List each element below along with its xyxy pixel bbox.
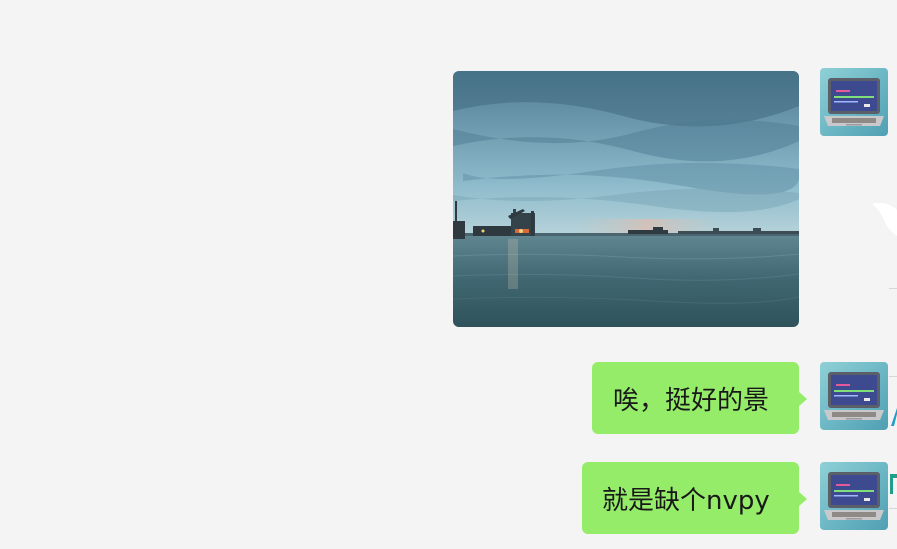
laptop-icon: [824, 472, 884, 520]
avatar[interactable]: [820, 362, 888, 430]
avatar[interactable]: [820, 68, 888, 136]
message-text: 唉，挺好的景: [613, 385, 770, 416]
laptop-icon: [824, 78, 884, 126]
clipped-shape: [872, 202, 897, 236]
divider: [889, 508, 897, 509]
avatar[interactable]: [820, 462, 888, 530]
divider: [889, 288, 897, 289]
clipped-icon: [890, 474, 897, 494]
laptop-icon: [824, 372, 884, 420]
chat-window: 唉，挺好的景 就是缺个nvpy: [0, 0, 897, 549]
divider: [889, 376, 897, 377]
harbor-seascape-photo: [453, 71, 799, 327]
image-message[interactable]: [453, 71, 799, 327]
clipped-icon: [891, 408, 897, 426]
message-text: 就是缺个nvpy: [602, 485, 770, 516]
text-message[interactable]: 就是缺个nvpy: [582, 462, 807, 534]
text-message[interactable]: 唉，挺好的景: [592, 362, 807, 434]
